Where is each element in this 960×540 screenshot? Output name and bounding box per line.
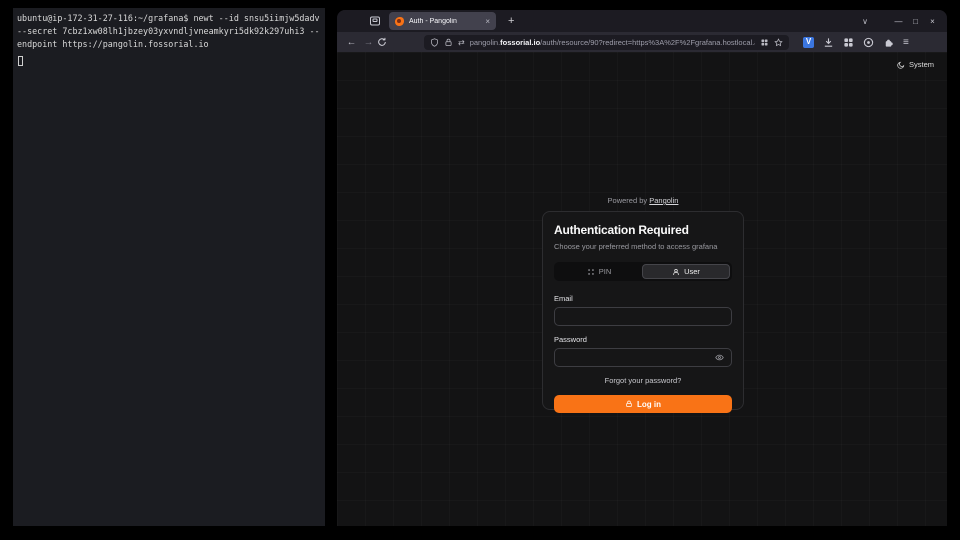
lock-icon[interactable]	[444, 38, 453, 47]
lock-icon	[625, 400, 633, 408]
permissions-swap-icon[interactable]: ⇄	[458, 38, 465, 47]
tab-bar: Auth - Pangolin × + ∨ — □ ×	[337, 10, 947, 32]
keypad-icon	[587, 268, 595, 276]
theme-toggle-button[interactable]: System	[897, 60, 934, 69]
auth-card: Authentication Required Choose your pref…	[542, 211, 744, 410]
moon-icon	[897, 61, 905, 69]
terminal-window[interactable]: ubuntu@ip-172-31-27-116:~/grafana$ newt …	[13, 8, 325, 526]
login-button[interactable]: Log in	[554, 395, 732, 413]
back-button[interactable]: ←	[343, 37, 360, 48]
navigation-bar: ← → ⇄ pangolin.fossorial.io/auth/resourc…	[337, 32, 947, 52]
menu-hamburger-icon[interactable]: ≡	[903, 37, 909, 48]
shield-icon[interactable]	[430, 38, 439, 47]
email-label: Email	[554, 294, 732, 303]
minimize-button[interactable]: —	[890, 17, 907, 26]
auth-card-subtitle: Choose your preferred method to access g…	[554, 242, 732, 251]
toolbar-extensions: V ≡	[803, 37, 909, 48]
user-icon	[672, 268, 680, 276]
forward-button[interactable]: →	[360, 37, 377, 48]
pangolin-link[interactable]: Pangolin	[649, 196, 678, 205]
pangolin-favicon-icon	[395, 17, 404, 26]
tab-pin-label: PIN	[599, 267, 612, 276]
tab-pin[interactable]: PIN	[556, 264, 642, 279]
close-window-button[interactable]: ×	[924, 17, 941, 26]
login-button-label: Log in	[637, 400, 661, 409]
apps-grid-icon[interactable]	[843, 37, 854, 48]
vimium-extension-icon[interactable]: V	[803, 37, 814, 48]
container-grid-icon[interactable]	[760, 38, 769, 47]
terminal-output: ubuntu@ip-172-31-27-116:~/grafana$ newt …	[17, 12, 323, 51]
tab-close-icon[interactable]: ×	[481, 17, 490, 26]
tab-user[interactable]: User	[642, 264, 730, 279]
extensions-puzzle-icon[interactable]	[883, 37, 894, 48]
tab-user-label: User	[684, 267, 700, 276]
forgot-password-link[interactable]: Forgot your password?	[554, 376, 732, 385]
new-tab-button[interactable]: +	[508, 16, 514, 27]
theme-toggle-label: System	[909, 60, 934, 69]
list-all-tabs-icon[interactable]: ∨	[862, 17, 868, 26]
downloads-icon[interactable]	[823, 37, 834, 48]
terminal-cursor	[18, 56, 23, 66]
auth-method-tabs: PIN User	[554, 262, 732, 281]
powered-by: Powered by Pangolin	[542, 196, 744, 205]
browser-window: Auth - Pangolin × + ∨ — □ × ← →	[337, 10, 947, 526]
bookmark-star-icon[interactable]	[774, 38, 783, 47]
password-label: Password	[554, 335, 732, 344]
page-content: System Powered by Pangolin Authenticatio…	[337, 52, 947, 526]
show-password-eye-icon[interactable]	[715, 353, 724, 362]
email-field[interactable]	[554, 307, 732, 326]
tab-title: Auth - Pangolin	[409, 18, 481, 25]
maximize-button[interactable]: □	[907, 17, 924, 26]
url-text[interactable]: pangolin.fossorial.io/auth/resource/90?r…	[470, 38, 755, 47]
password-field[interactable]	[554, 348, 732, 367]
firefox-view-icon[interactable]	[369, 15, 381, 27]
auth-card-title: Authentication Required	[554, 223, 732, 238]
adblock-circle-icon[interactable]	[863, 37, 874, 48]
url-bar[interactable]: ⇄ pangolin.fossorial.io/auth/resource/90…	[424, 35, 789, 50]
reload-button[interactable]	[377, 37, 394, 47]
browser-tab-auth-pangolin[interactable]: Auth - Pangolin ×	[389, 12, 496, 30]
